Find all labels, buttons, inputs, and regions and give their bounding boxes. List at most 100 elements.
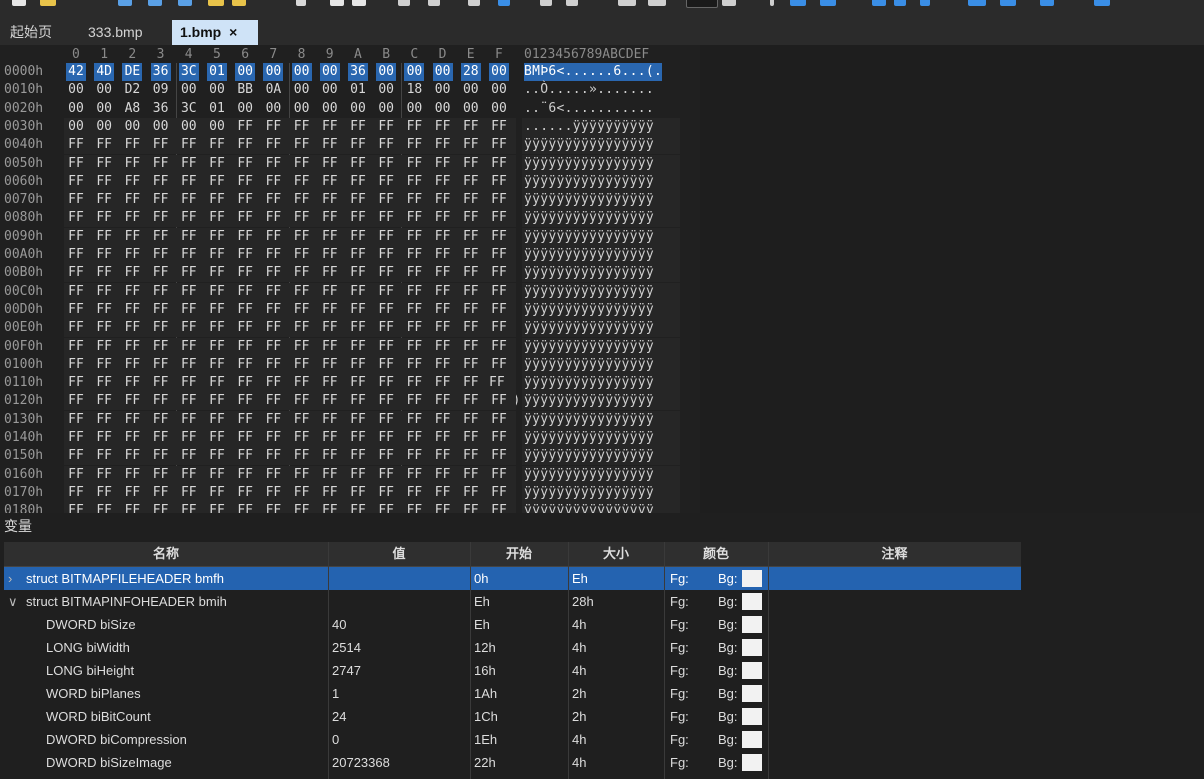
hex-row-ascii[interactable]: ÿÿÿÿÿÿÿÿÿÿÿÿÿÿÿÿ [524, 319, 654, 337]
hex-byte[interactable]: FF [292, 374, 312, 392]
column-divider[interactable] [664, 542, 665, 779]
hex-byte[interactable]: FF [404, 264, 424, 282]
hex-byte[interactable]: FF [404, 319, 424, 337]
hex-byte[interactable]: FF [433, 484, 453, 502]
hex-byte[interactable]: FF [179, 411, 199, 429]
hex-byte[interactable]: FF [292, 228, 312, 246]
hex-byte[interactable]: FF [179, 264, 199, 282]
hex-byte[interactable]: FF [122, 264, 142, 282]
hex-byte[interactable]: FF [66, 191, 86, 209]
hex-byte[interactable]: FF [179, 447, 199, 465]
hex-byte[interactable]: 36 [150, 63, 171, 81]
hex-byte[interactable]: FF [207, 374, 227, 392]
hex-byte[interactable]: FF [151, 264, 171, 282]
hex-byte[interactable]: FF [376, 466, 396, 484]
hex-byte[interactable]: FF [235, 228, 255, 246]
hex-byte[interactable]: FF [320, 136, 340, 154]
hex-byte[interactable]: FF [489, 429, 509, 447]
hex-byte[interactable]: FF [66, 136, 86, 154]
window-icon[interactable] [1040, 0, 1054, 6]
hex-byte[interactable]: 42 [66, 63, 86, 81]
hex-byte[interactable]: FF [461, 429, 481, 447]
hex-byte[interactable]: FF [376, 191, 396, 209]
tab-333-bmp[interactable]: 333.bmp [80, 20, 150, 45]
hex-byte[interactable]: FF [320, 191, 340, 209]
expander-icon[interactable] [8, 636, 22, 659]
hex-byte[interactable]: 00 [404, 100, 424, 118]
hex-byte[interactable]: FF [376, 429, 396, 447]
hex-byte[interactable]: FF [179, 246, 199, 264]
hex-byte[interactable]: FF [151, 411, 171, 429]
undo-icon[interactable] [296, 0, 306, 6]
hex-byte[interactable]: FF [376, 155, 396, 173]
hex-byte[interactable]: FF [489, 338, 509, 356]
hex-byte[interactable]: FF [235, 338, 255, 356]
hex-byte[interactable]: FF [94, 411, 114, 429]
hex-byte[interactable]: DE [122, 63, 143, 81]
variable-row[interactable]: › struct BITMAPFILEHEADER bmfh 0h Eh Fg: Bg: [4, 567, 1021, 590]
hex-byte[interactable]: D2 [122, 81, 142, 99]
hex-byte[interactable]: FF [263, 319, 283, 337]
hex-byte[interactable]: 00 [292, 100, 312, 118]
tab-1-bmp[interactable]: 1.bmp × [172, 20, 258, 45]
hex-byte[interactable]: FF [292, 155, 312, 173]
hex-byte[interactable]: FF [263, 466, 283, 484]
hex-byte[interactable]: FF [94, 392, 114, 410]
hex-byte[interactable]: FF [235, 155, 255, 173]
hex-byte[interactable]: FF [151, 466, 171, 484]
hex-byte[interactable]: FF [433, 173, 453, 191]
column-divider[interactable] [568, 542, 569, 779]
expander-icon[interactable] [8, 751, 22, 774]
hex-byte[interactable]: 00 [207, 118, 227, 136]
hex-byte[interactable]: FF [263, 411, 283, 429]
hex-byte[interactable]: FF [94, 466, 114, 484]
hex-byte[interactable]: FF [151, 136, 171, 154]
hex-byte[interactable]: FF [263, 301, 283, 319]
hex-byte[interactable]: 01 [207, 63, 227, 81]
column-divider[interactable] [470, 542, 471, 779]
hex-row-ascii[interactable]: ÿÿÿÿÿÿÿÿÿÿÿÿÿÿÿÿ [524, 356, 654, 374]
hex-row-ascii[interactable]: ÿÿÿÿÿÿÿÿÿÿÿÿÿÿÿÿ [524, 136, 654, 154]
hex-byte[interactable]: FF [376, 136, 396, 154]
hex-byte[interactable]: FF [66, 155, 86, 173]
hex-byte[interactable]: FF [433, 447, 453, 465]
hex-byte[interactable]: FF [151, 191, 171, 209]
hex-byte[interactable]: FF [489, 356, 509, 374]
hex-byte[interactable]: FF [66, 264, 86, 282]
hex-byte[interactable]: FF [292, 466, 312, 484]
hex-byte[interactable]: FF [348, 155, 368, 173]
hex-byte[interactable]: FF [376, 301, 396, 319]
hex-byte[interactable]: FF [320, 155, 340, 173]
hex-byte[interactable]: FF [404, 466, 424, 484]
hex-byte[interactable]: FF [320, 301, 340, 319]
hex-byte[interactable]: FF [489, 283, 509, 301]
hex-byte[interactable]: FF [179, 155, 199, 173]
bg-color-swatch[interactable] [742, 570, 762, 587]
hex-byte[interactable]: FF [376, 228, 396, 246]
hex-byte[interactable]: FF [66, 429, 86, 447]
hex-byte[interactable]: FF [433, 374, 453, 392]
hex-byte[interactable]: FF [179, 228, 199, 246]
hex-row-ascii[interactable]: ÿÿÿÿÿÿÿÿÿÿÿÿÿÿÿÿ [524, 338, 654, 356]
hex-row-ascii[interactable]: ÿÿÿÿÿÿÿÿÿÿÿÿÿÿÿÿ [524, 466, 654, 484]
hex-byte[interactable]: FF [292, 447, 312, 465]
hex-byte[interactable]: FF [320, 392, 340, 410]
hex-byte[interactable]: FF [122, 484, 142, 502]
hex-byte[interactable]: FF [179, 319, 199, 337]
hex-byte[interactable]: FF [348, 319, 368, 337]
expander-icon[interactable] [8, 613, 22, 636]
hex-byte[interactable]: FF [207, 392, 227, 410]
compare-icon[interactable] [618, 0, 636, 6]
hex-byte[interactable]: FF [461, 264, 481, 282]
hex-byte[interactable]: FF [94, 301, 114, 319]
hex-byte[interactable]: FF [235, 484, 255, 502]
hex-byte[interactable]: FF [348, 173, 368, 191]
chart-icon[interactable] [872, 0, 886, 6]
hex-byte[interactable]: 3C [179, 100, 199, 118]
variable-row[interactable]: DWORD biSize 40 Eh 4h Fg: Bg: [4, 613, 1021, 636]
hex-byte[interactable]: A8 [122, 100, 142, 118]
expander-icon[interactable] [8, 682, 22, 705]
hex-byte[interactable]: FF [94, 356, 114, 374]
hex-byte[interactable]: 00 [207, 81, 227, 99]
hex-byte[interactable]: FF [179, 209, 199, 227]
